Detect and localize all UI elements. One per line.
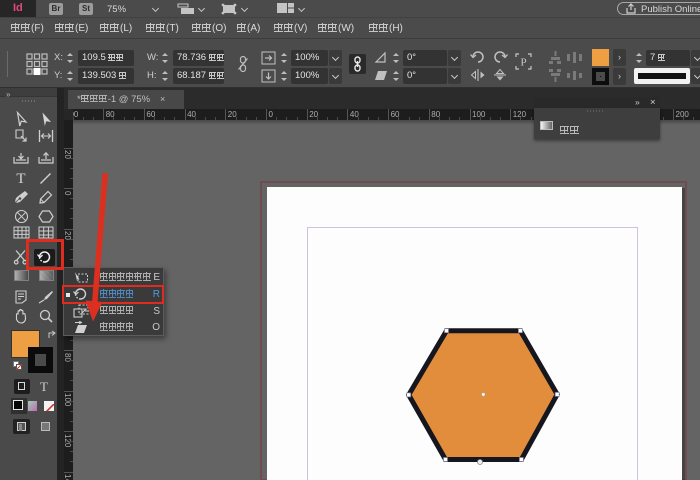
svg-text:P: P: [520, 57, 526, 69]
